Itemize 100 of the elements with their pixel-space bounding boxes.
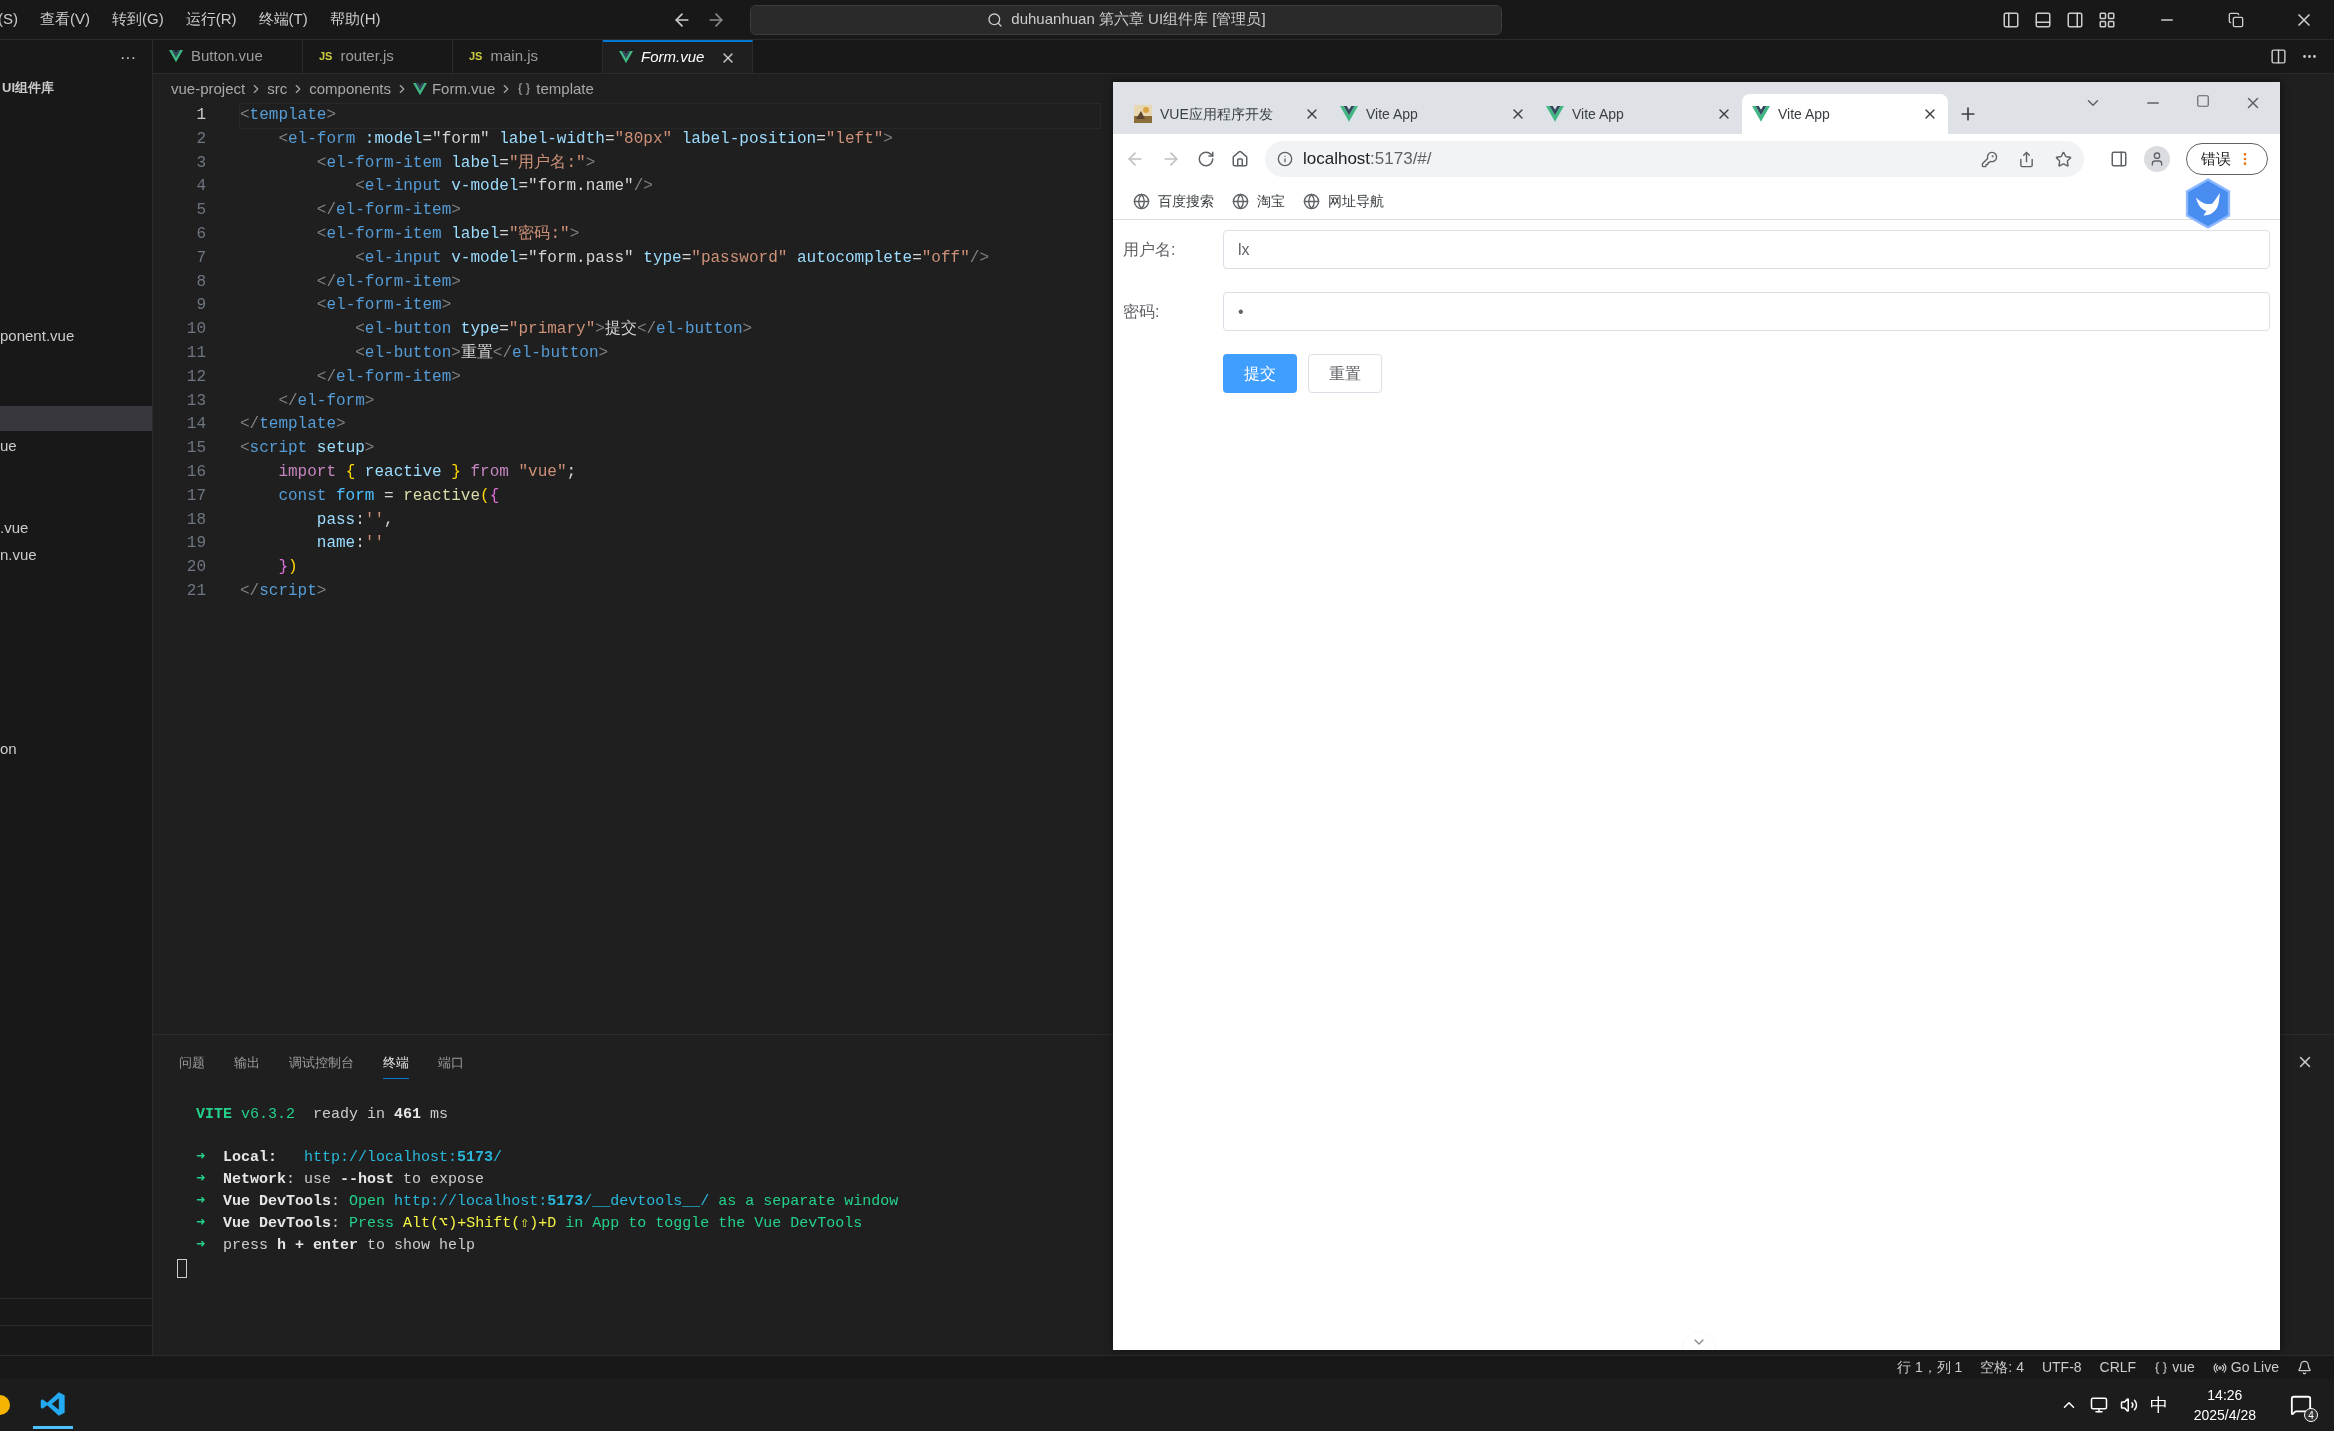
browser-tab[interactable]: VUE应用程序开发 bbox=[1124, 94, 1330, 134]
code-line: </el-form-item> bbox=[315, 366, 461, 388]
file-item[interactable]: on bbox=[0, 737, 17, 761]
line-number: 9 bbox=[195, 295, 206, 317]
line-number: 10 bbox=[185, 319, 206, 341]
file-item[interactable]: n.vue bbox=[0, 543, 37, 567]
share-icon[interactable] bbox=[2018, 150, 2035, 168]
indentation[interactable]: 空格: 4 bbox=[1980, 1357, 2024, 1378]
line-number: 1 bbox=[195, 105, 206, 126]
code-line: }) bbox=[277, 557, 298, 579]
bird-logo-icon[interactable] bbox=[2184, 178, 2232, 229]
browser-tab[interactable]: Vite App bbox=[1742, 94, 1948, 134]
panel-tab[interactable]: 调试控制台 bbox=[289, 1052, 354, 1079]
terminal-cursor bbox=[177, 1259, 187, 1278]
vue-logo-icon bbox=[1546, 106, 1564, 122]
volume-icon[interactable] bbox=[2119, 1396, 2138, 1414]
line-number: 4 bbox=[195, 176, 206, 198]
go-live-button[interactable]: Go Live bbox=[2212, 1357, 2279, 1378]
reload-icon[interactable] bbox=[1197, 150, 1215, 168]
layout-icon[interactable] bbox=[2098, 10, 2116, 29]
menu-item[interactable]: 终端(T) bbox=[258, 8, 308, 31]
js-file-icon: JS bbox=[469, 48, 483, 65]
code-line: <el-form-item> bbox=[315, 295, 452, 317]
line-number: 2 bbox=[195, 128, 206, 150]
text-field[interactable]: lx bbox=[1223, 230, 2270, 269]
key-icon[interactable] bbox=[1981, 150, 1998, 168]
breadcrumb-item[interactable]: template bbox=[517, 77, 594, 101]
info-icon bbox=[1277, 151, 1293, 167]
panel-tab[interactable]: 问题 bbox=[179, 1052, 205, 1079]
toggle-secondary-sidebar-icon[interactable] bbox=[2066, 10, 2084, 29]
line-number: 15 bbox=[185, 438, 206, 460]
encoding[interactable]: UTF-8 bbox=[2041, 1357, 2082, 1378]
menu-item[interactable]: 运行(R) bbox=[185, 8, 237, 31]
terminal-line: ➜ Network: use --host to expose bbox=[196, 1170, 485, 1190]
code-line: <el-input v-model="form.name"/> bbox=[354, 176, 653, 198]
bookmark[interactable]: 网址导航 bbox=[1303, 191, 1384, 212]
file-item[interactable]: .vue bbox=[0, 516, 29, 540]
browser-tab[interactable]: Vite App bbox=[1330, 94, 1536, 134]
maximize-icon[interactable] bbox=[2196, 94, 2210, 108]
globe-icon bbox=[1133, 193, 1150, 210]
js-file-icon: JS bbox=[319, 48, 333, 65]
code-line: <el-button type="primary">提交</el-button> bbox=[354, 318, 753, 341]
panel-tab[interactable]: 输出 bbox=[234, 1052, 260, 1079]
file-item[interactable]: ue bbox=[0, 434, 17, 458]
notification-bell-icon[interactable] bbox=[2297, 1360, 2312, 1375]
code-line: pass:'', bbox=[315, 509, 394, 531]
breadcrumb-item[interactable]: vue-project bbox=[171, 77, 246, 101]
line-number: 20 bbox=[185, 557, 206, 579]
search-icon bbox=[987, 11, 1004, 28]
breadcrumb-item[interactable]: Form.vue bbox=[412, 77, 496, 101]
clock[interactable]: 14:26 2025/4/28 bbox=[2193, 1385, 2256, 1425]
bookmark[interactable]: 淘宝 bbox=[1232, 191, 1285, 212]
line-number: 11 bbox=[185, 342, 206, 364]
code-line: </template> bbox=[240, 414, 346, 436]
language-mode[interactable]: vue bbox=[2154, 1357, 2195, 1378]
toggle-panel-icon[interactable] bbox=[2034, 10, 2052, 29]
split-editor-icon[interactable] bbox=[2270, 48, 2287, 65]
input-method[interactable]: 中 bbox=[2149, 1391, 2168, 1419]
browser-tab[interactable]: Vite App bbox=[1536, 94, 1742, 134]
toggle-sidebar-icon[interactable] bbox=[2002, 10, 2020, 29]
editor-tab[interactable]: JS router.js bbox=[303, 40, 453, 73]
command-search-field[interactable]: duhuanhuan 第六章 UI组件库 [管理员] bbox=[750, 4, 1503, 35]
folder-title[interactable]: UI组件库 bbox=[2, 78, 54, 98]
terminal-line: ➜ Local: http://localhost:5173/ bbox=[196, 1148, 503, 1168]
code-line: <template> bbox=[240, 104, 1100, 128]
text-field[interactable]: • bbox=[1223, 292, 2270, 331]
menu-item[interactable]: 帮助(H) bbox=[329, 8, 381, 31]
avatar-icon[interactable] bbox=[2144, 146, 2170, 172]
cursor-position[interactable]: 行 1，列 1 bbox=[1897, 1357, 1963, 1378]
menu-item[interactable]: 转到(G) bbox=[112, 8, 164, 31]
editor-tab[interactable]: Form.vue bbox=[603, 40, 753, 73]
address-bar[interactable]: localhost:5173/#/ bbox=[1265, 141, 2084, 177]
panel-tab[interactable]: 端口 bbox=[438, 1052, 464, 1079]
line-number: 6 bbox=[195, 224, 206, 245]
bookmark[interactable]: 百度搜索 bbox=[1133, 191, 1214, 212]
form-label: 密码: bbox=[1123, 301, 1161, 322]
file-item[interactable]: ponent.vue bbox=[0, 324, 75, 348]
home-icon[interactable] bbox=[1231, 150, 1249, 168]
line-ending[interactable]: CRLF bbox=[2099, 1357, 2137, 1378]
line-number: 14 bbox=[185, 414, 206, 436]
panel-tab[interactable]: 终端 bbox=[383, 1052, 409, 1079]
code-line: <el-form-item label="密码:"> bbox=[315, 223, 580, 245]
code-line: import { reactive } from "vue"; bbox=[277, 461, 577, 483]
globe-icon bbox=[1303, 193, 1320, 210]
code-line: <el-form-item label="用户名:"> bbox=[315, 152, 596, 174]
line-number: 8 bbox=[195, 271, 206, 293]
side-panel-icon[interactable] bbox=[2110, 150, 2128, 168]
more-actions[interactable]: ··· bbox=[120, 45, 136, 70]
code-line: </el-form> bbox=[277, 390, 375, 412]
reset-button[interactable]: 重置 bbox=[1308, 354, 1382, 393]
breadcrumb-item[interactable]: src bbox=[267, 77, 288, 101]
network-icon[interactable] bbox=[2089, 1396, 2108, 1414]
restore-icon[interactable] bbox=[2228, 11, 2244, 28]
code-line: name:'' bbox=[315, 533, 385, 555]
vue-logo-icon bbox=[1752, 106, 1770, 122]
line-number: 13 bbox=[185, 390, 206, 412]
menu-item[interactable]: 查看(V) bbox=[40, 8, 90, 31]
bookmark-star-icon[interactable] bbox=[2055, 150, 2072, 168]
breadcrumb-item[interactable]: components bbox=[309, 77, 391, 101]
editor-tab[interactable]: Button.vue bbox=[153, 40, 303, 73]
